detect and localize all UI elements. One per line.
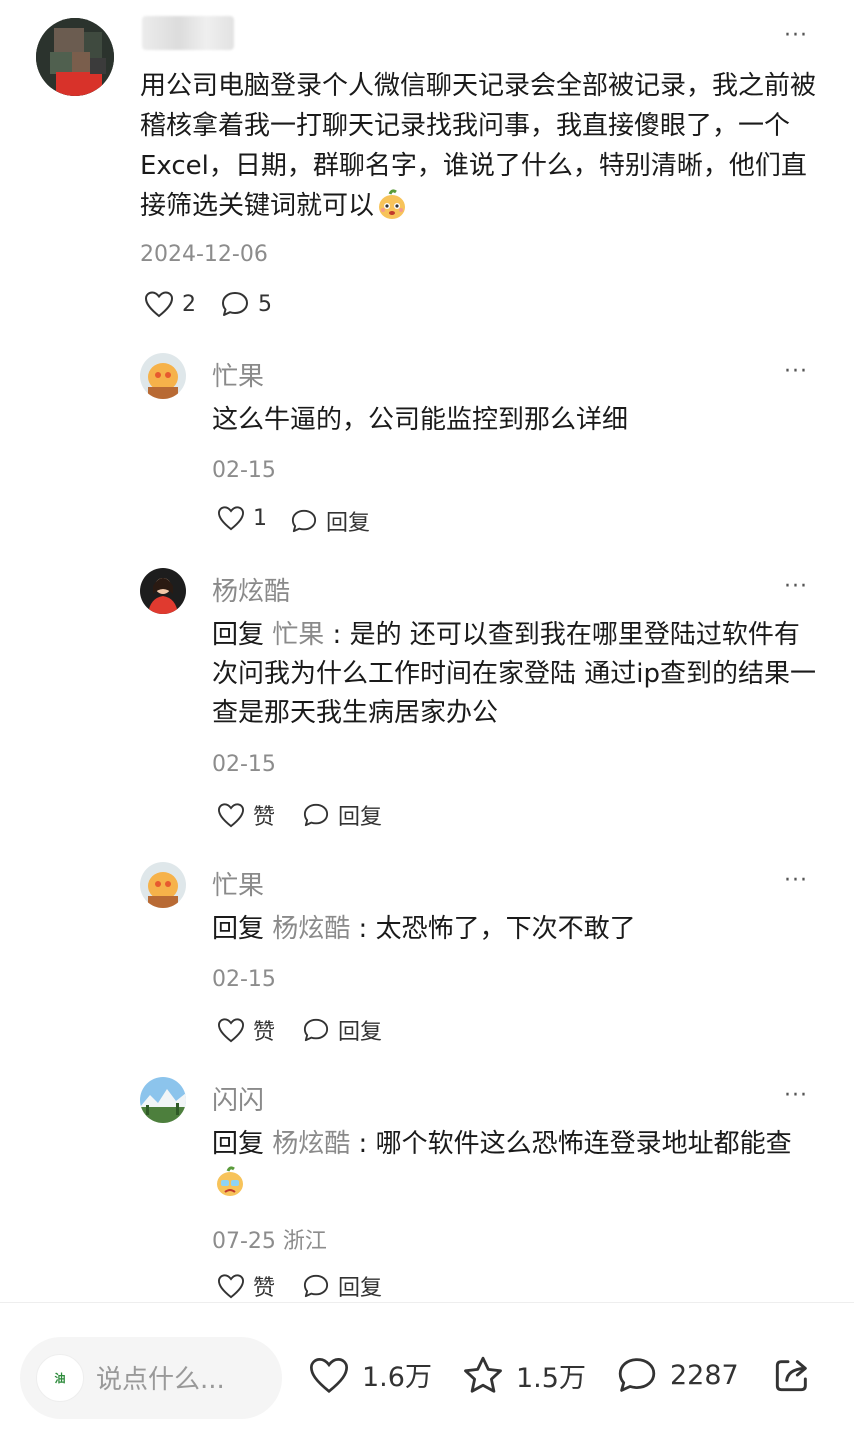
reply-separator: : [350, 914, 376, 944]
reply-label: 回复 [326, 511, 371, 536]
reply-button[interactable]: 回复 [302, 799, 382, 831]
reply-button[interactable]: 回复 [302, 1270, 382, 1302]
reply-body: 这么牛逼的，公司能监控到那么详细 [212, 405, 629, 435]
reply-label: 回复 [338, 1276, 383, 1301]
crying-emoji-icon [214, 1165, 246, 1209]
heart-icon [217, 1018, 245, 1043]
like-button[interactable]: 1 [217, 505, 267, 531]
heart-icon [144, 291, 174, 318]
reply-text: 回复 忙果 : 是的 还可以查到我在哪里登陆过软件有次问我为什么工作时间在家登陆… [212, 616, 822, 733]
reply-author-name[interactable]: 杨炫酷 [212, 571, 290, 608]
reply-target-name[interactable]: 杨炫酷 [272, 1129, 350, 1159]
like-label: 赞 [253, 805, 276, 830]
reply-author-name[interactable]: 忙果 [212, 356, 264, 393]
more-options-icon[interactable]: ··· [784, 1085, 808, 1107]
reply-author-name[interactable]: 闪闪 [212, 1080, 264, 1117]
reply-prefix: 回复 [212, 914, 265, 944]
reply-body: 哪个软件这么恐怖连登录地址都能查 [375, 1129, 792, 1159]
reply-prefix: 回复 [212, 620, 265, 650]
star-icon [464, 1356, 502, 1393]
reply-avatar[interactable] [140, 862, 186, 908]
heart-icon [217, 1274, 245, 1299]
more-options-icon[interactable]: ··· [784, 361, 808, 383]
comment-text: 用公司电脑登录个人微信聊天记录会全部被记录，我之前被稽核拿着我一打聊天记录找我问… [140, 66, 820, 232]
reply-body: 太恐怖了，下次不敢了 [375, 914, 636, 944]
comment-button[interactable]: 5 [220, 290, 272, 318]
like-label: 赞 [253, 1020, 276, 1045]
like-button[interactable]: 赞 [217, 799, 275, 831]
author-name-blurred [142, 16, 234, 50]
reply-target-name[interactable]: 杨炫酷 [272, 914, 350, 944]
post-comment-count: 2287 [670, 1359, 739, 1391]
chat-bubble-icon [618, 1358, 656, 1392]
reply-button[interactable]: 回复 [302, 1014, 382, 1046]
like-label: 赞 [253, 1276, 276, 1301]
like-button[interactable]: 赞 [217, 1014, 275, 1046]
like-count: 2 [182, 291, 196, 317]
reply-target-name[interactable]: 忙果 [272, 620, 324, 650]
more-options-icon[interactable]: ··· [784, 870, 808, 892]
post-comment-button[interactable]: 2287 [616, 1355, 739, 1395]
reply-text: 回复 杨炫酷 : 哪个软件这么恐怖连登录地址都能查 [212, 1125, 822, 1209]
reply-label: 回复 [338, 805, 383, 830]
reply-prefix: 回复 [212, 1129, 265, 1159]
reply-date-location: 07-25 浙江 [212, 1229, 327, 1254]
like-button[interactable]: 2 [144, 290, 196, 318]
reply-avatar[interactable] [140, 1077, 186, 1123]
reply-separator: : [324, 620, 350, 650]
comment-body: 用公司电脑登录个人微信聊天记录会全部被记录，我之前被稽核拿着我一打聊天记录找我问… [140, 71, 817, 221]
heart-icon [217, 506, 245, 531]
reply-text: 这么牛逼的，公司能监控到那么详细 [212, 401, 822, 440]
more-options-icon[interactable]: ··· [784, 576, 808, 598]
user-avatar-text: 油 [54, 1372, 66, 1385]
reply-date: 02-15 [212, 458, 276, 483]
reply-date: 02-15 [212, 967, 276, 992]
share-button[interactable] [772, 1355, 812, 1395]
chat-bubble-icon [222, 292, 248, 316]
post-like-count: 1.6万 [362, 1362, 432, 1393]
chat-bubble-icon [303, 1018, 329, 1042]
favorite-count: 1.5万 [516, 1362, 586, 1394]
author-avatar[interactable] [36, 18, 114, 96]
chat-bubble-icon [303, 1274, 329, 1298]
comment-input[interactable]: 油 说点什么... [20, 1337, 282, 1419]
more-options-icon[interactable]: ··· [784, 25, 808, 47]
like-button[interactable]: 赞 [217, 1270, 275, 1302]
reply-date: 02-15 [212, 752, 276, 777]
like-count: 1 [253, 505, 267, 531]
reply-label: 回复 [338, 1020, 383, 1045]
comment-input-placeholder: 说点什么... [96, 1365, 225, 1395]
reply-text: 回复 杨炫酷 : 太恐怖了，下次不敢了 [212, 910, 822, 949]
reply-avatar[interactable] [140, 568, 186, 614]
reply-author-name[interactable]: 忙果 [212, 865, 264, 902]
comment-date: 2024-12-06 [140, 242, 268, 267]
heart-icon [309, 1357, 349, 1393]
mango-face-emoji-icon [376, 188, 408, 232]
reply-separator: : [350, 1129, 376, 1159]
share-icon [775, 1360, 807, 1392]
favorite-button[interactable]: 1.5万 [462, 1355, 586, 1395]
chat-bubble-icon [291, 509, 317, 533]
bottom-action-bar: 油 说点什么... 1.6万 1.5万 2287 [0, 1302, 854, 1430]
reply-avatar[interactable] [140, 353, 186, 399]
chat-bubble-icon [303, 803, 329, 827]
heart-icon [217, 803, 245, 828]
comment-count: 5 [258, 291, 272, 317]
reply-button[interactable]: 回复 [290, 505, 370, 537]
user-avatar: 油 [36, 1354, 84, 1402]
post-like-button[interactable]: 1.6万 [308, 1355, 432, 1394]
